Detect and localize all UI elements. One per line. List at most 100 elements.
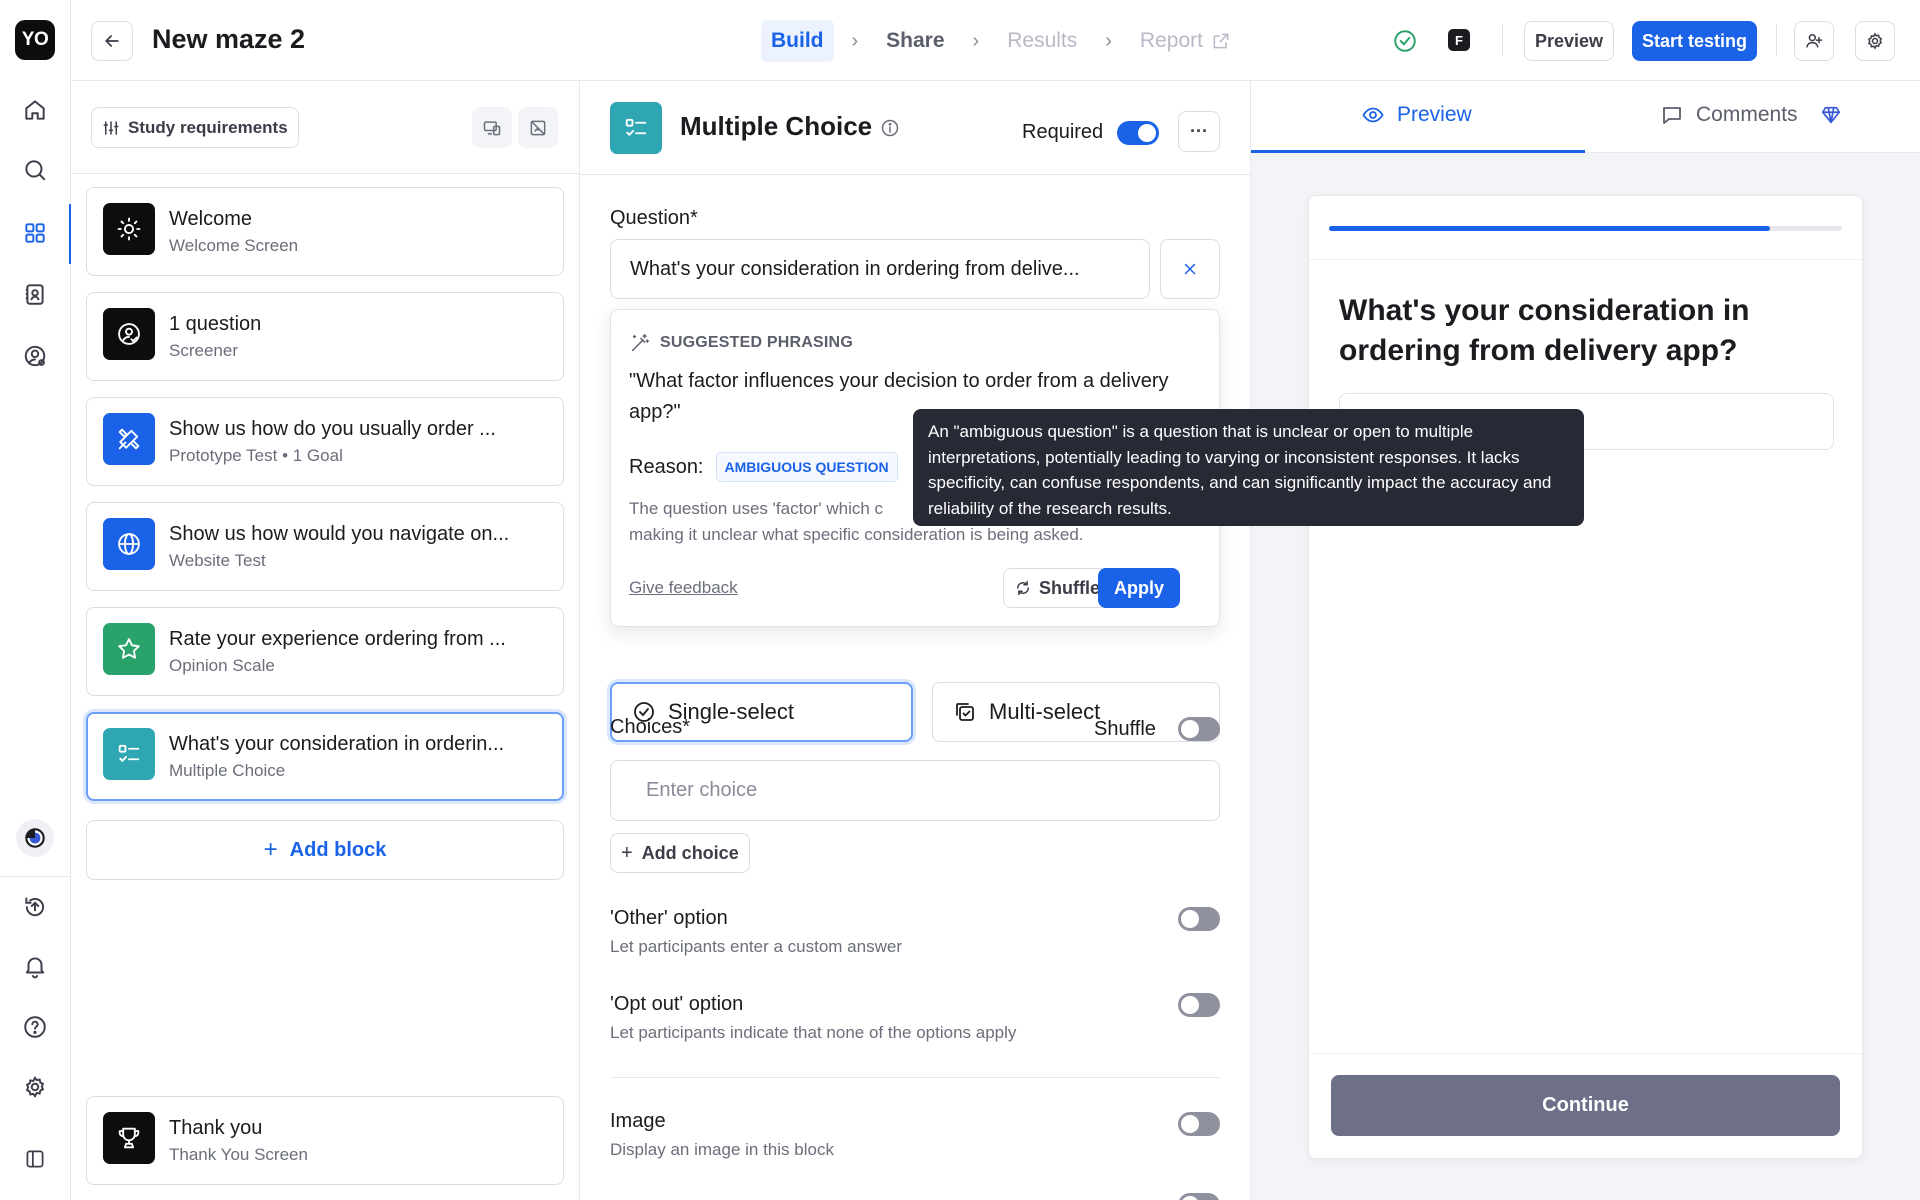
star-icon [103,623,155,675]
block-title: Thank you [169,1117,263,1139]
image-option-toggle[interactable] [1178,1112,1220,1136]
step-build[interactable]: Build [761,20,834,62]
block-subtitle: Multiple Choice [169,761,286,780]
multi-check-icon [956,703,974,721]
grid-icon[interactable] [16,214,54,252]
reason-label: Reason: [629,455,704,478]
block-card-prototype-test[interactable]: Show us how do you usually order ... Pro… [86,397,564,486]
preview-panel: Preview Comments What's your considerati… [1251,81,1920,1200]
question-label: Question* [610,207,698,229]
add-block-label: Add block [289,838,387,861]
apply-suggestion-button[interactable]: Apply [1098,568,1181,608]
trophy-icon [103,1112,155,1164]
block-subtitle: Welcome Screen [169,236,299,255]
image-option-description: Display an image in this block [610,1140,834,1159]
contacts-icon[interactable] [16,275,54,313]
activity-icon[interactable] [16,819,54,857]
next-option-toggle[interactable] [1178,1193,1220,1200]
preview-button[interactable]: Preview [1524,21,1615,61]
add-block-button[interactable]: + Add block [86,820,564,880]
block-title: Show us how do you usually order ... [169,418,496,440]
block-subtitle: Website Test [169,551,266,570]
step-results[interactable]: Results [997,20,1087,62]
comment-icon [1663,107,1681,124]
help-icon[interactable] [16,1008,54,1046]
step-share[interactable]: Share [876,20,954,62]
choice-input[interactable]: Enter choice [610,760,1220,821]
required-toggle[interactable] [1117,121,1159,145]
other-option-toggle[interactable] [1178,907,1220,931]
user-settings-icon[interactable] [16,337,54,375]
other-option-description: Let participants enter a custom answer [610,937,902,956]
step-report[interactable]: Report [1130,20,1241,62]
block-title: What's your consideration in orderin... [169,733,505,755]
bell-icon[interactable] [16,947,54,985]
sidebar-toggle-icon[interactable] [16,1140,54,1178]
info-icon[interactable] [880,118,900,138]
block-card-thank-you[interactable]: Thank you Thank You Screen [86,1096,564,1185]
tab-preview[interactable]: Preview [1361,103,1472,127]
block-card-website-test[interactable]: Show us how would you navigate on... Web… [86,502,564,591]
add-choice-label: Add choice [641,842,739,863]
block-type-title: Multiple Choice [680,111,873,141]
shuffle-suggestion-button[interactable]: Shuffle [1003,568,1111,608]
opt-out-option-toggle[interactable] [1178,993,1220,1017]
step-nav: Build › Share › Results › Report [761,20,1241,62]
study-requirements-button[interactable]: Study requirements [91,107,299,148]
workspace-logo[interactable]: YO [15,20,55,60]
block-subtitle: Opinion Scale [169,656,275,675]
maze-title[interactable]: New maze 2 [152,24,305,55]
other-option-title: 'Other' option [610,907,728,929]
search-icon[interactable] [16,151,54,189]
tab-comments[interactable]: Comments [1660,103,1842,127]
tab-comments-label: Comments [1696,103,1798,126]
suggestion-reason: Reason: AMBIGUOUS QUESTION [629,452,898,482]
eye-icon [1362,107,1384,123]
block-card-opinion-scale[interactable]: Rate your experience ordering from ... O… [86,607,564,696]
start-testing-button[interactable]: Start testing [1632,21,1758,61]
block-title: 1 question [169,313,262,335]
upload-icon[interactable] [16,887,54,925]
question-input[interactable]: What's your consideration in ordering fr… [610,239,1150,299]
reason-badge[interactable]: AMBIGUOUS QUESTION [715,452,898,482]
suggestion-header: SUGGESTED PHRASING [629,332,853,354]
opt-out-option-title: 'Opt out' option [610,993,744,1015]
figma-icon[interactable]: F [1448,29,1470,51]
progress-bar [1329,226,1842,231]
choices-label: Choices* [610,716,691,738]
dismiss-suggestion-button[interactable] [1160,239,1220,299]
diamond-icon [1821,106,1840,124]
plus-icon: + [621,841,633,864]
gear-icon[interactable] [16,1068,54,1106]
shuffle-choices-toggle[interactable] [1178,717,1220,741]
opt-out-option-description: Let participants indicate that none of t… [610,1023,1017,1042]
globe-icon [103,518,155,570]
rail-divider [0,876,71,877]
more-options-button[interactable]: ··· [1178,111,1220,152]
continue-button[interactable]: Continue [1331,1075,1840,1136]
block-subtitle: Thank You Screen [169,1145,308,1164]
plus-icon: + [263,836,278,863]
hide-images-button[interactable] [518,107,558,148]
chevron-right-icon: › [972,29,980,52]
user-plus-icon [1806,34,1823,48]
add-choice-button[interactable]: + Add choice [610,833,750,873]
multi-select-option[interactable]: Multi-select [932,682,1220,742]
divider [71,173,580,174]
home-icon[interactable] [16,91,54,129]
refresh-icon [1017,580,1029,596]
give-feedback-link[interactable]: Give feedback [629,578,738,598]
settings-button[interactable] [1855,21,1895,61]
back-button[interactable] [91,21,133,61]
active-tab-indicator [1251,150,1585,153]
device-preview-button[interactable] [472,107,512,148]
divider [580,174,1250,175]
invite-button[interactable] [1794,21,1834,61]
block-card-multiple-choice[interactable]: What's your consideration in orderin... … [86,712,564,801]
block-card-screener[interactable]: 1 question Screener [86,292,564,381]
sliders-icon [103,120,119,135]
block-card-welcome[interactable]: Welcome Welcome Screen [86,187,564,276]
block-editor: Multiple Choice Required ··· Question* W… [580,81,1251,1200]
top-bar: New maze 2 Build › Share › Results › Rep… [71,0,1920,81]
user-check-icon [103,308,155,360]
